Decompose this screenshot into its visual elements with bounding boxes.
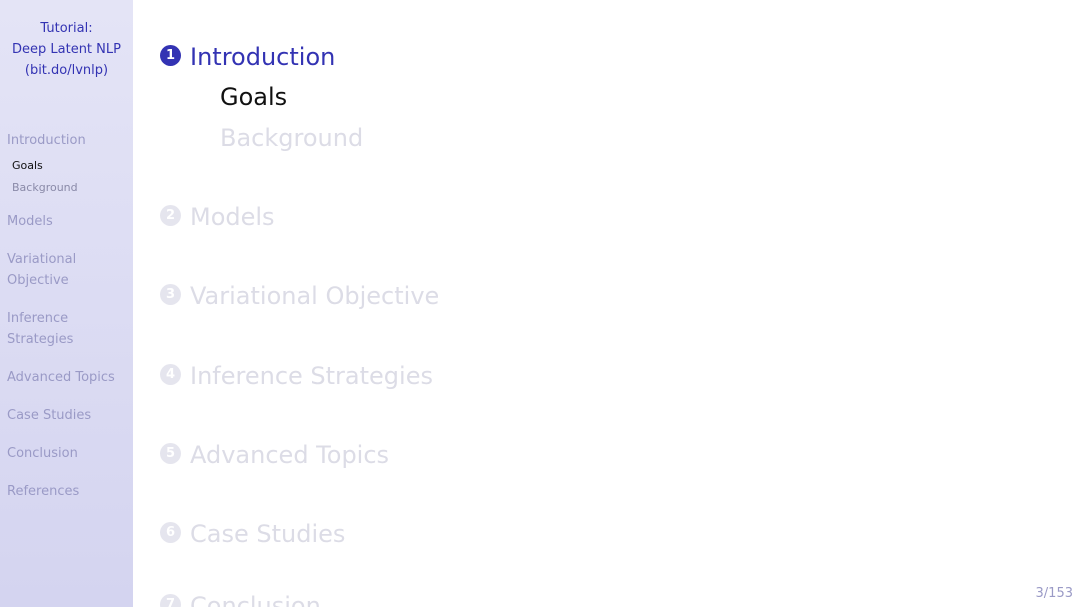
- toc-section-case-studies[interactable]: 6 Case Studies: [160, 520, 345, 548]
- nav-item-advanced-topics[interactable]: Advanced Topics: [7, 367, 115, 388]
- section-number-badge: 1: [160, 44, 181, 66]
- nav-subitem-goals[interactable]: Goals: [12, 159, 43, 173]
- nav-item-case-studies[interactable]: Case Studies: [7, 405, 91, 426]
- title-line: Tutorial:: [40, 21, 93, 36]
- presentation-title[interactable]: Tutorial: Deep Latent NLP (bit.do/lvnlp): [0, 18, 133, 81]
- section-label: Models: [190, 203, 275, 231]
- section-label: Case Studies: [190, 520, 346, 548]
- section-number-badge: 7: [160, 593, 181, 607]
- nav-item-variational-objective-line1[interactable]: Variational: [7, 249, 76, 270]
- toc-subsection-goals[interactable]: Goals: [220, 83, 287, 111]
- toc-section-models[interactable]: 2 Models: [160, 203, 275, 231]
- nav-item-variational-objective-line2[interactable]: Objective: [7, 270, 69, 291]
- nav-item-conclusion[interactable]: Conclusion: [7, 443, 78, 464]
- section-label: Advanced Topics: [190, 441, 390, 469]
- title-line: Deep Latent NLP: [12, 42, 121, 57]
- section-label: Conclusion: [190, 592, 321, 607]
- section-label: Variational Objective: [190, 282, 440, 310]
- page-number: 3/153: [1035, 586, 1073, 601]
- section-number-badge: 6: [160, 521, 181, 543]
- section-number-badge: 2: [160, 204, 181, 226]
- title-line: (bit.do/lvnlp): [24, 63, 109, 78]
- nav-item-inference-strategies-line2[interactable]: Strategies: [7, 329, 73, 350]
- toc-section-inference-strategies[interactable]: 4 Inference Strategies: [160, 362, 433, 390]
- section-number-badge: 4: [160, 363, 181, 385]
- section-number-badge: 3: [160, 283, 181, 305]
- section-label: Introduction: [190, 43, 336, 71]
- toc-section-conclusion[interactable]: 7 Conclusion: [160, 592, 321, 607]
- sidebar: Tutorial: Deep Latent NLP (bit.do/lvnlp)…: [0, 0, 133, 607]
- nav-subitem-background[interactable]: Background: [12, 181, 78, 195]
- nav-item-inference-strategies-line1[interactable]: Inference: [7, 308, 68, 329]
- nav-item-references[interactable]: References: [7, 481, 79, 502]
- nav-item-introduction[interactable]: Introduction: [7, 130, 86, 151]
- toc-section-variational-objective[interactable]: 3 Variational Objective: [160, 282, 439, 310]
- nav-item-models[interactable]: Models: [7, 211, 53, 232]
- section-label: Inference Strategies: [190, 362, 433, 390]
- slide: Tutorial: Deep Latent NLP (bit.do/lvnlp)…: [0, 0, 1080, 607]
- toc-section-introduction[interactable]: 1 Introduction: [160, 43, 335, 71]
- section-number-badge: 5: [160, 442, 181, 464]
- toc-subsection-background[interactable]: Background: [220, 124, 363, 152]
- toc-section-advanced-topics[interactable]: 5 Advanced Topics: [160, 441, 389, 469]
